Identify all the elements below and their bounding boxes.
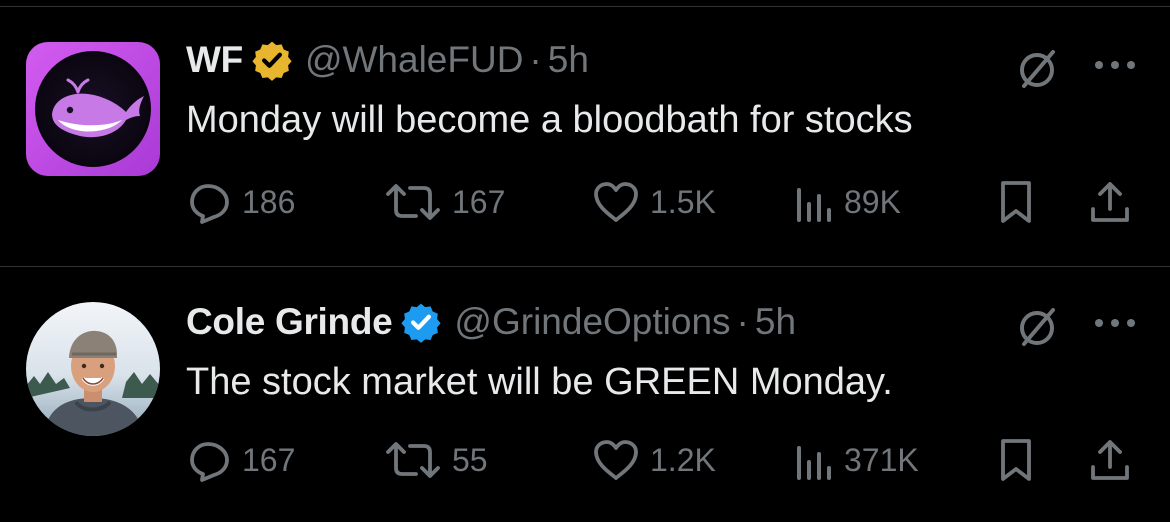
repost-icon (386, 442, 440, 478)
reply-button[interactable]: 167 (188, 437, 295, 483)
tweet-text: The stock market will be GREEN Monday. (186, 361, 893, 403)
timestamp[interactable]: 5h (548, 39, 589, 81)
more-icon[interactable] (1092, 55, 1138, 75)
handle[interactable]: @WhaleFUD (305, 39, 523, 81)
more-icon[interactable] (1092, 313, 1138, 333)
like-icon (594, 440, 638, 480)
views-icon (797, 446, 831, 480)
share-button[interactable] (1088, 179, 1132, 225)
blue-checkmark-badge-icon[interactable] (400, 301, 442, 343)
tweet-header: WF @WhaleFUD · 5h (186, 35, 589, 85)
profile-photo-icon (26, 302, 160, 436)
bookmark-icon (1001, 439, 1031, 481)
share-icon (1091, 182, 1129, 222)
reply-icon (190, 184, 229, 224)
repost-button[interactable]: 55 (384, 437, 488, 483)
like-icon (594, 182, 638, 222)
handle[interactable]: @GrindeOptions (454, 301, 730, 343)
like-count: 1.5K (650, 183, 716, 220)
repost-count: 55 (452, 441, 488, 478)
like-count: 1.2K (650, 441, 716, 478)
like-button[interactable]: 1.5K (592, 179, 716, 225)
separator-dot: · (736, 301, 749, 342)
tweet-whalefud[interactable]: WF @WhaleFUD · 5h Monday will become a b… (0, 7, 1170, 262)
views-button[interactable]: 371K (794, 437, 919, 483)
tweet-header: Cole Grinde @GrindeOptions · 5h (186, 297, 796, 347)
share-button[interactable] (1088, 437, 1132, 483)
tweet-text: Monday will become a bloodbath for stock… (186, 99, 913, 141)
reply-icon (190, 442, 229, 482)
reply-count: 186 (242, 183, 296, 220)
like-button[interactable]: 1.2K (592, 437, 716, 483)
bookmark-icon (1001, 181, 1031, 223)
timestamp[interactable]: 5h (755, 301, 796, 343)
views-button[interactable]: 89K (794, 179, 901, 225)
views-count: 89K (844, 183, 901, 220)
views-icon (797, 188, 831, 222)
bookmark-button[interactable] (998, 179, 1034, 225)
separator-dot: · (529, 39, 542, 80)
avatar-whalefud[interactable] (26, 42, 160, 176)
reply-button[interactable]: 186 (188, 179, 295, 225)
repost-button[interactable]: 167 (384, 179, 505, 225)
views-count: 371K (844, 441, 919, 478)
repost-count: 167 (452, 183, 506, 220)
reply-count: 167 (242, 441, 296, 478)
grok-icon[interactable] (1016, 47, 1060, 91)
tweet-grindeoptions[interactable]: Cole Grinde @GrindeOptions · 5h The stoc… (0, 267, 1170, 522)
share-icon (1091, 440, 1129, 480)
gold-checkmark-badge-icon[interactable] (251, 39, 293, 81)
grok-icon[interactable] (1016, 305, 1060, 349)
display-name[interactable]: WF (186, 39, 243, 81)
bookmark-button[interactable] (998, 437, 1034, 483)
repost-icon (386, 184, 440, 220)
avatar-grindeoptions[interactable] (26, 302, 160, 436)
display-name[interactable]: Cole Grinde (186, 301, 393, 343)
whale-logo-icon (26, 42, 160, 176)
